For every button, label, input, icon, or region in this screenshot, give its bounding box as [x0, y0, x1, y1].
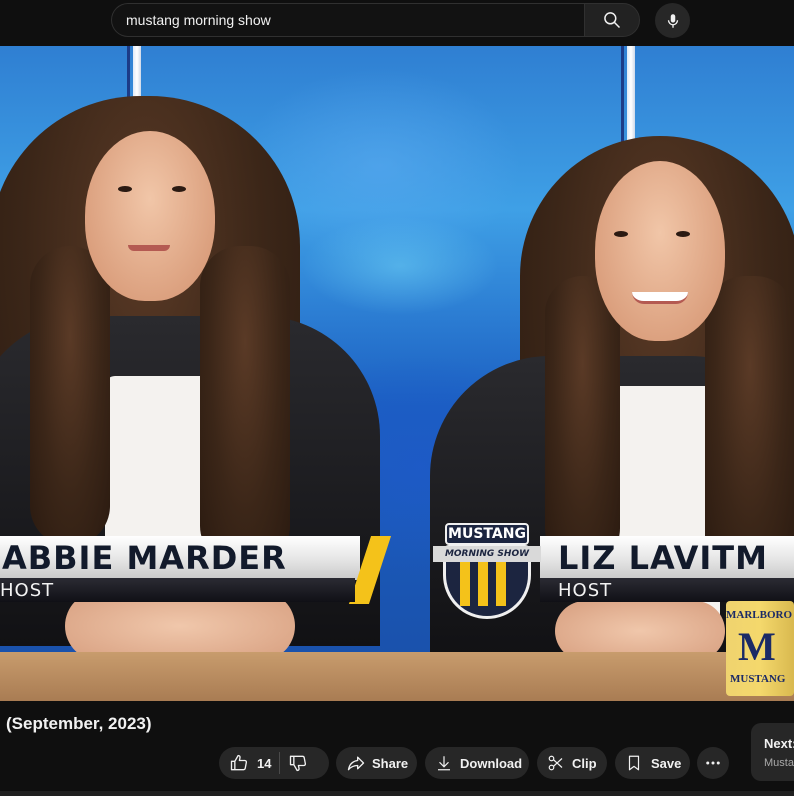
download-button[interactable]: Download: [425, 747, 529, 779]
next-video-title: Musta: [764, 757, 794, 769]
host-name: LIZ LAVITM: [558, 539, 768, 577]
lower-third-right-sub: HOST: [540, 578, 794, 602]
video-player[interactable]: ABBIE MARDER HOST LIZ LAVITM HOST MUSTAN…: [0, 46, 794, 701]
bookmark-icon: [628, 755, 640, 771]
news-desk: [0, 652, 794, 701]
share-icon: [347, 756, 365, 771]
download-label: Download: [460, 755, 523, 771]
like-count[interactable]: 14: [257, 756, 271, 771]
thumbs-up-icon[interactable]: [229, 753, 249, 773]
search-query[interactable]: mustang morning show: [126, 12, 271, 28]
scissors-icon: [548, 755, 563, 771]
video-info: (September, 2023) 14 Share Download Clip…: [0, 701, 794, 796]
mug-top-text: MARLBORO H: [726, 609, 794, 621]
voice-search-button[interactable]: [655, 3, 690, 38]
lower-third-right: LIZ LAVITM: [540, 536, 794, 580]
save-button[interactable]: Save: [615, 747, 690, 779]
more-actions-button[interactable]: [697, 747, 729, 779]
search-icon: [604, 12, 621, 29]
thumbs-down-icon[interactable]: [288, 753, 308, 773]
share-button[interactable]: Share: [336, 747, 417, 779]
lower-third-left: ABBIE MARDER: [0, 536, 360, 580]
video-title: (September, 2023): [6, 714, 152, 733]
save-label: Save: [651, 755, 682, 771]
up-next-card[interactable]: Next: Musta: [751, 723, 794, 781]
mug-letter: M: [738, 624, 776, 669]
lower-third-left-sub: HOST: [0, 578, 355, 602]
download-icon: [438, 756, 450, 771]
clip-label: Clip: [572, 755, 597, 771]
more-horizontal-icon: [706, 761, 720, 765]
page-bottom-divider: [0, 791, 794, 796]
next-label: Next:: [764, 736, 794, 751]
top-bar: mustang morning show: [0, 0, 794, 46]
share-label: Share: [372, 755, 409, 771]
logo-band-text: MORNING SHOW: [433, 546, 541, 562]
mug-bottom-text: MUSTANG: [730, 673, 786, 685]
search-button[interactable]: [584, 3, 640, 37]
mustang-morning-show-logo: MUSTANG MORNING SHOW: [433, 519, 541, 625]
clip-button[interactable]: Clip: [537, 747, 607, 779]
host-name: ABBIE MARDER: [2, 539, 287, 577]
host-role: HOST: [0, 580, 55, 601]
like-dislike-group: 14: [219, 747, 329, 779]
microphone-icon: [667, 13, 678, 28]
logo-top-text: MUSTANG: [445, 523, 529, 545]
host-role: HOST: [558, 580, 613, 601]
mustang-mug: MARLBORO H M MUSTANG: [726, 601, 794, 696]
search-input[interactable]: mustang morning show: [111, 3, 584, 37]
